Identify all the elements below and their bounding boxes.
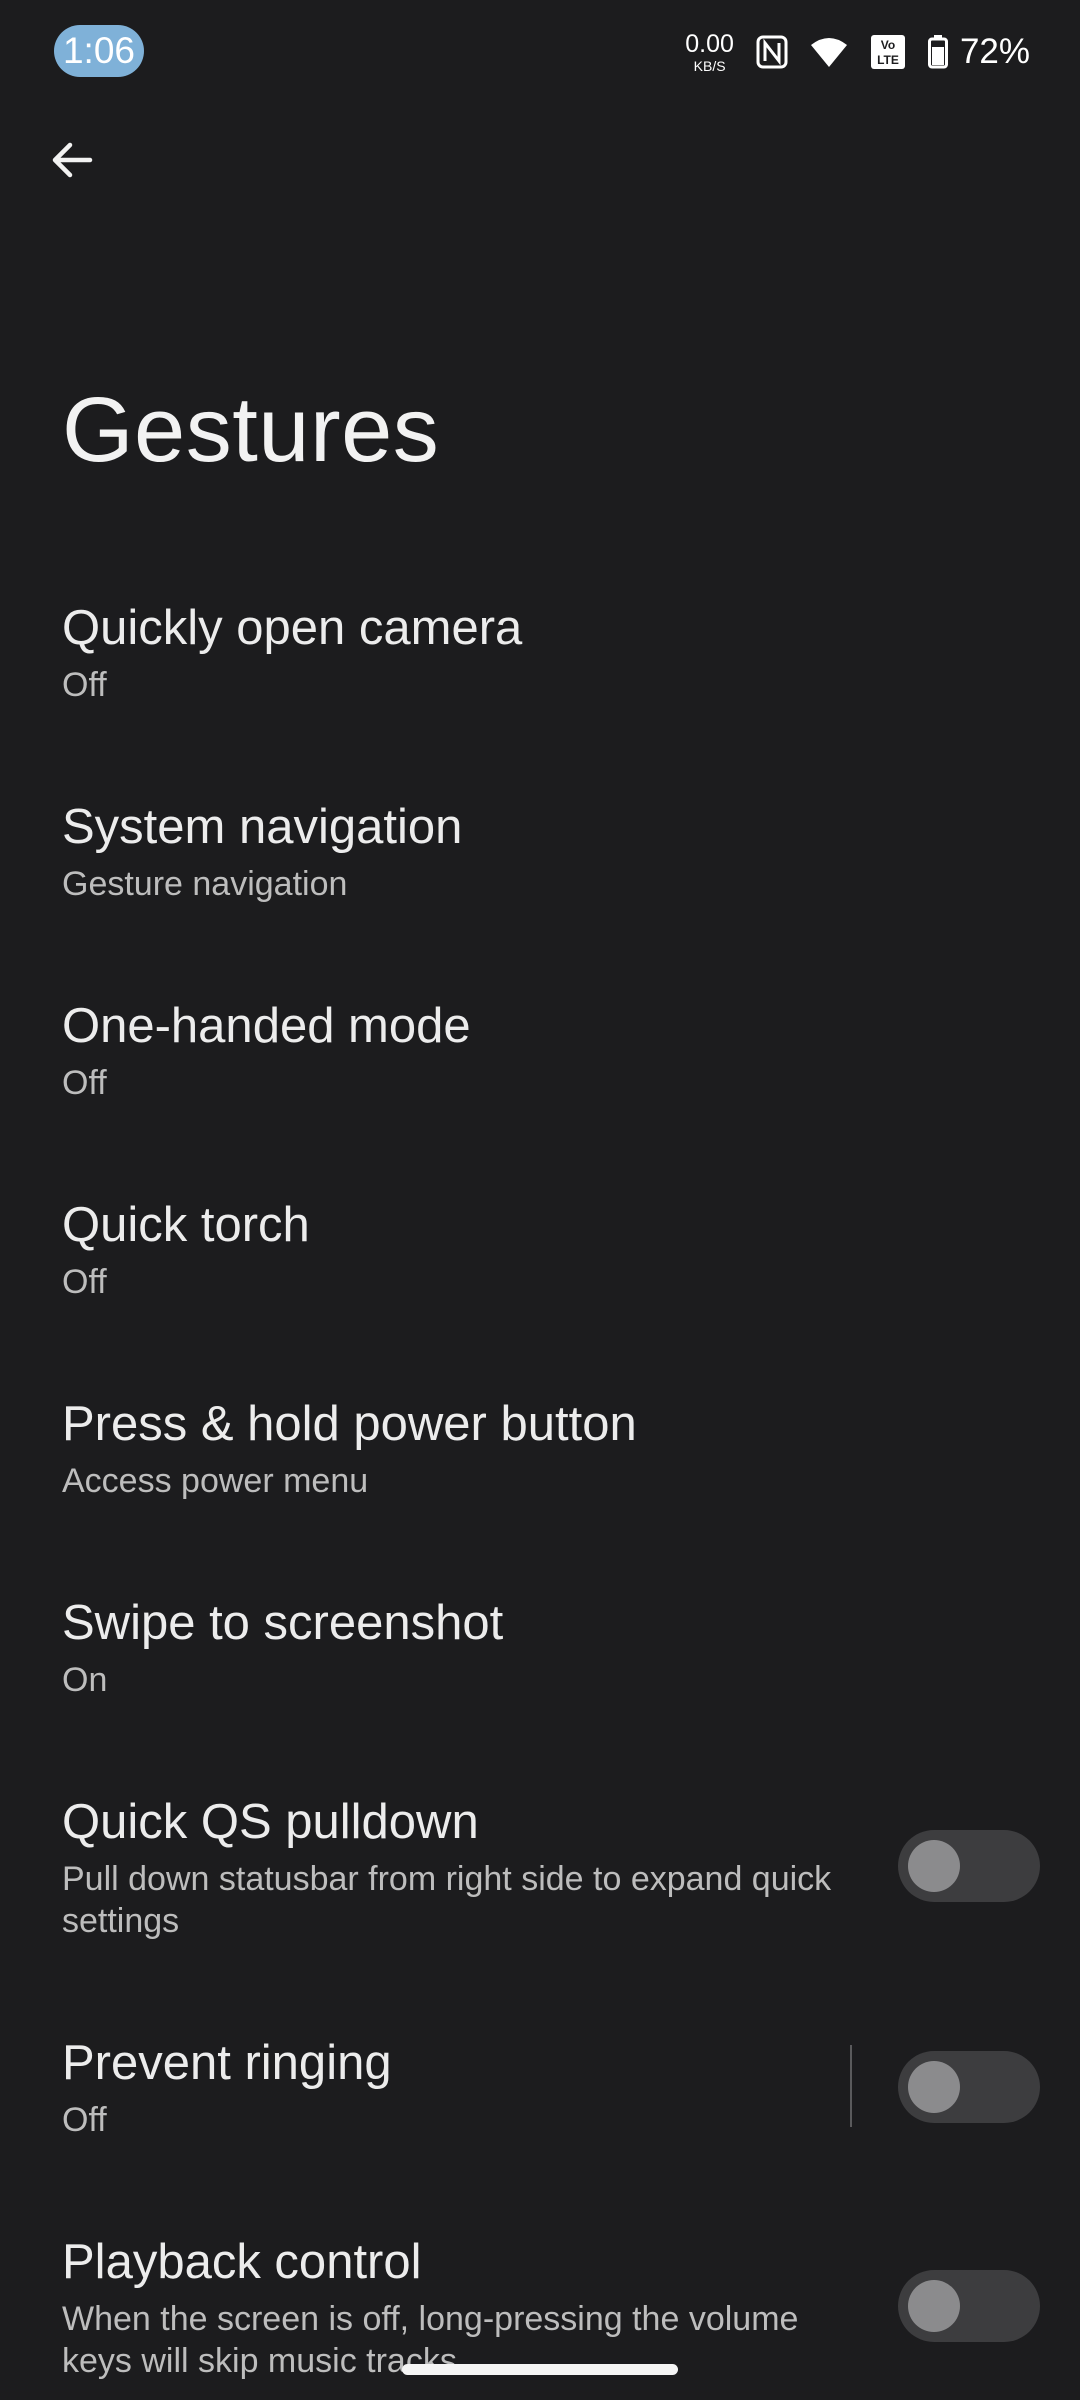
wifi-icon <box>810 36 848 68</box>
setting-summary: Off <box>62 666 107 704</box>
setting-summary: On <box>62 1661 108 1699</box>
arrow-back-icon <box>52 142 93 178</box>
setting-summary: Access power menu <box>62 1462 369 1500</box>
setting-summary: Pull down statusbar from right side to e… <box>62 1860 832 1940</box>
setting-summary: Off <box>62 2101 107 2139</box>
setting-title: Press & hold power button <box>62 1397 637 1451</box>
svg-text:Vo: Vo <box>881 38 895 52</box>
setting-swipe-to-screenshot[interactable]: Swipe to screenshot On <box>0 1575 1080 1725</box>
battery: 72% <box>927 32 1030 72</box>
setting-system-navigation[interactable]: System navigation Gesture navigation <box>0 779 1080 929</box>
setting-summary: Gesture navigation <box>62 865 348 903</box>
svg-text:LTE: LTE <box>877 53 899 67</box>
setting-summary: Off <box>62 1263 107 1301</box>
setting-one-handed-mode[interactable]: One-handed mode Off <box>0 978 1080 1128</box>
setting-title: Quick QS pulldown <box>62 1795 479 1849</box>
toggle-knob <box>908 2280 960 2332</box>
setting-press-hold-power-button[interactable]: Press & hold power button Access power m… <box>0 1376 1080 1526</box>
setting-prevent-ringing[interactable]: Prevent ringing Off <box>0 2015 1080 2165</box>
status-clock: 1:06 <box>54 25 144 77</box>
back-button[interactable] <box>40 128 104 192</box>
setting-quick-torch[interactable]: Quick torch Off <box>0 1177 1080 1327</box>
setting-title: One-handed mode <box>62 999 471 1053</box>
toggle-knob <box>908 2061 960 2113</box>
playback-control-toggle[interactable] <box>898 2270 1040 2342</box>
setting-title: Swipe to screenshot <box>62 1596 504 1650</box>
navigation-handle[interactable] <box>402 2364 678 2375</box>
setting-title: System navigation <box>62 800 463 854</box>
setting-title: Playback control <box>62 2235 422 2289</box>
network-speed-value: 0.00 <box>685 29 734 58</box>
nfc-icon <box>756 35 788 69</box>
battery-percent: 72% <box>959 32 1030 71</box>
battery-icon <box>927 35 948 69</box>
status-icons: 0.00 KB/S Vo LTE 72% <box>685 26 1030 78</box>
quick-qs-pulldown-toggle[interactable] <box>898 1830 1040 1902</box>
setting-title: Quick torch <box>62 1198 310 1252</box>
setting-title: Prevent ringing <box>62 2036 392 2090</box>
setting-title: Quickly open camera <box>62 601 523 655</box>
vertical-divider <box>850 2045 852 2127</box>
network-speed: 0.00 KB/S <box>685 29 734 74</box>
setting-quick-qs-pulldown[interactable]: Quick QS pulldown Pull down statusbar fr… <box>0 1774 1080 1964</box>
status-bar: 1:06 0.00 KB/S Vo LTE 72% <box>0 0 1080 104</box>
volte-icon: Vo LTE <box>870 34 906 70</box>
page-title: Gestures <box>62 379 440 481</box>
toggle-knob <box>908 1840 960 1892</box>
network-speed-unit: KB/S <box>693 57 726 74</box>
setting-quickly-open-camera[interactable]: Quickly open camera Off <box>0 580 1080 730</box>
prevent-ringing-toggle[interactable] <box>898 2051 1040 2123</box>
setting-summary: Off <box>62 1064 107 1102</box>
